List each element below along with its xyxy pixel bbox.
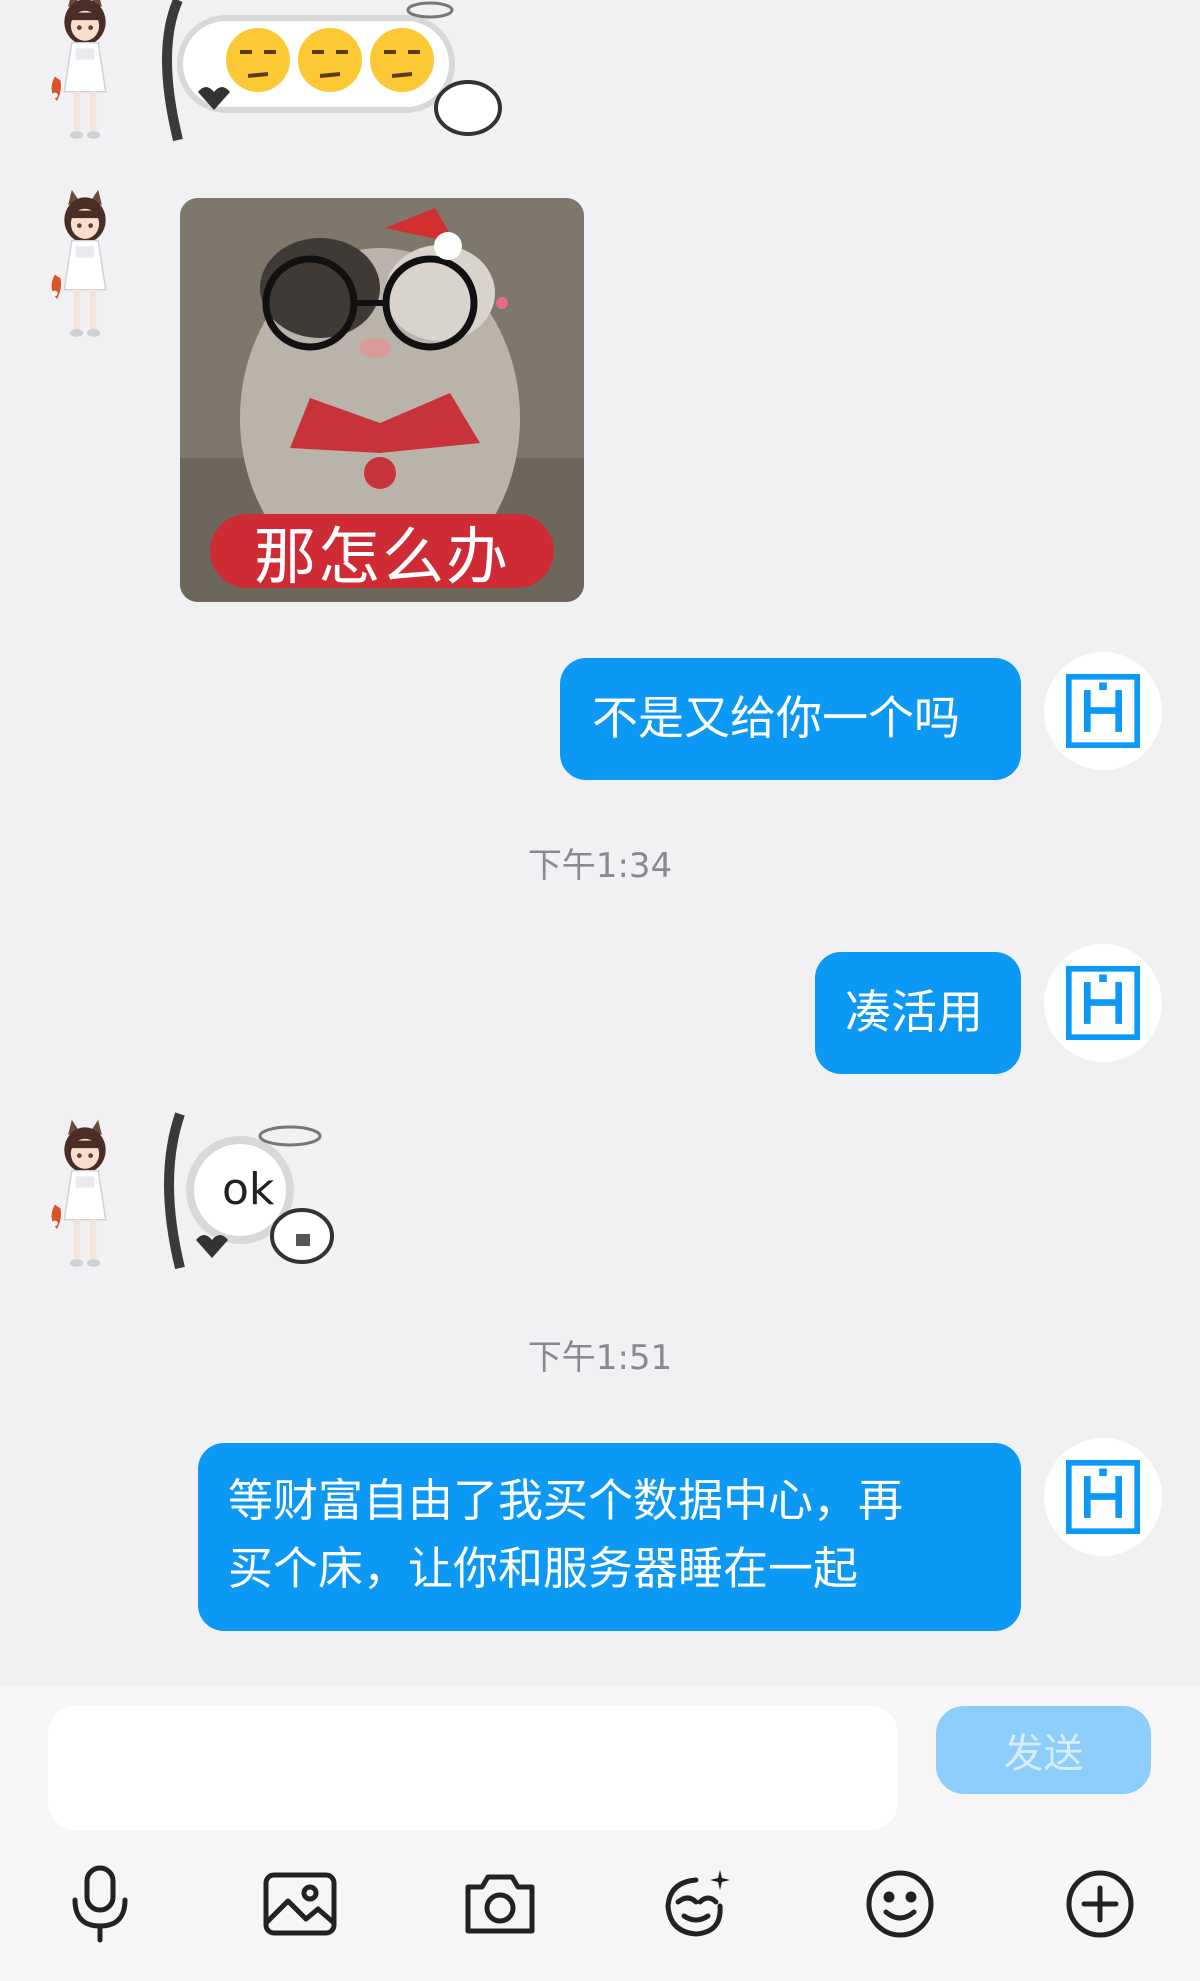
message-text: 凑活用	[845, 985, 983, 1039]
ok-sticker[interactable]: ok	[150, 1108, 350, 1278]
microphone-icon[interactable]	[60, 1864, 140, 1944]
camera-icon[interactable]	[460, 1864, 540, 1944]
send-button[interactable]: 发送	[936, 1706, 1151, 1794]
sticker-ok-text: ok	[222, 1164, 275, 1215]
plus-icon[interactable]	[1060, 1864, 1140, 1944]
timestamp: 下午1:51	[527, 1338, 673, 1378]
contact-avatar[interactable]	[40, 188, 170, 348]
outgoing-message[interactable]: 凑活用	[815, 952, 1021, 1074]
timestamp: 下午1:34	[527, 846, 673, 886]
emoji-icon[interactable]	[860, 1864, 940, 1944]
composer-bar: 发送	[0, 1686, 1200, 1981]
message-line-2: 买个床，让你和服务器睡在一起	[228, 1542, 859, 1595]
three-unamused-faces-sticker[interactable]	[150, 0, 510, 145]
my-avatar[interactable]	[1044, 944, 1162, 1062]
image-icon[interactable]	[260, 1864, 340, 1944]
sticker-icon[interactable]	[658, 1864, 738, 1944]
message-line-1: 等财富自由了我买个数据中心，再	[228, 1474, 904, 1527]
cat-glasses-sticker[interactable]: 那怎么办	[180, 198, 584, 602]
message-text: 不是又给你一个吗	[592, 691, 960, 745]
outgoing-message[interactable]: 等财富自由了我买个数据中心，再 买个床，让你和服务器睡在一起	[198, 1443, 1021, 1631]
my-avatar[interactable]	[1044, 1438, 1162, 1556]
message-input[interactable]	[48, 1706, 898, 1830]
sticker-caption: 那怎么办	[210, 514, 554, 593]
outgoing-message[interactable]: 不是又给你一个吗	[560, 658, 1021, 780]
my-avatar[interactable]	[1044, 652, 1162, 770]
